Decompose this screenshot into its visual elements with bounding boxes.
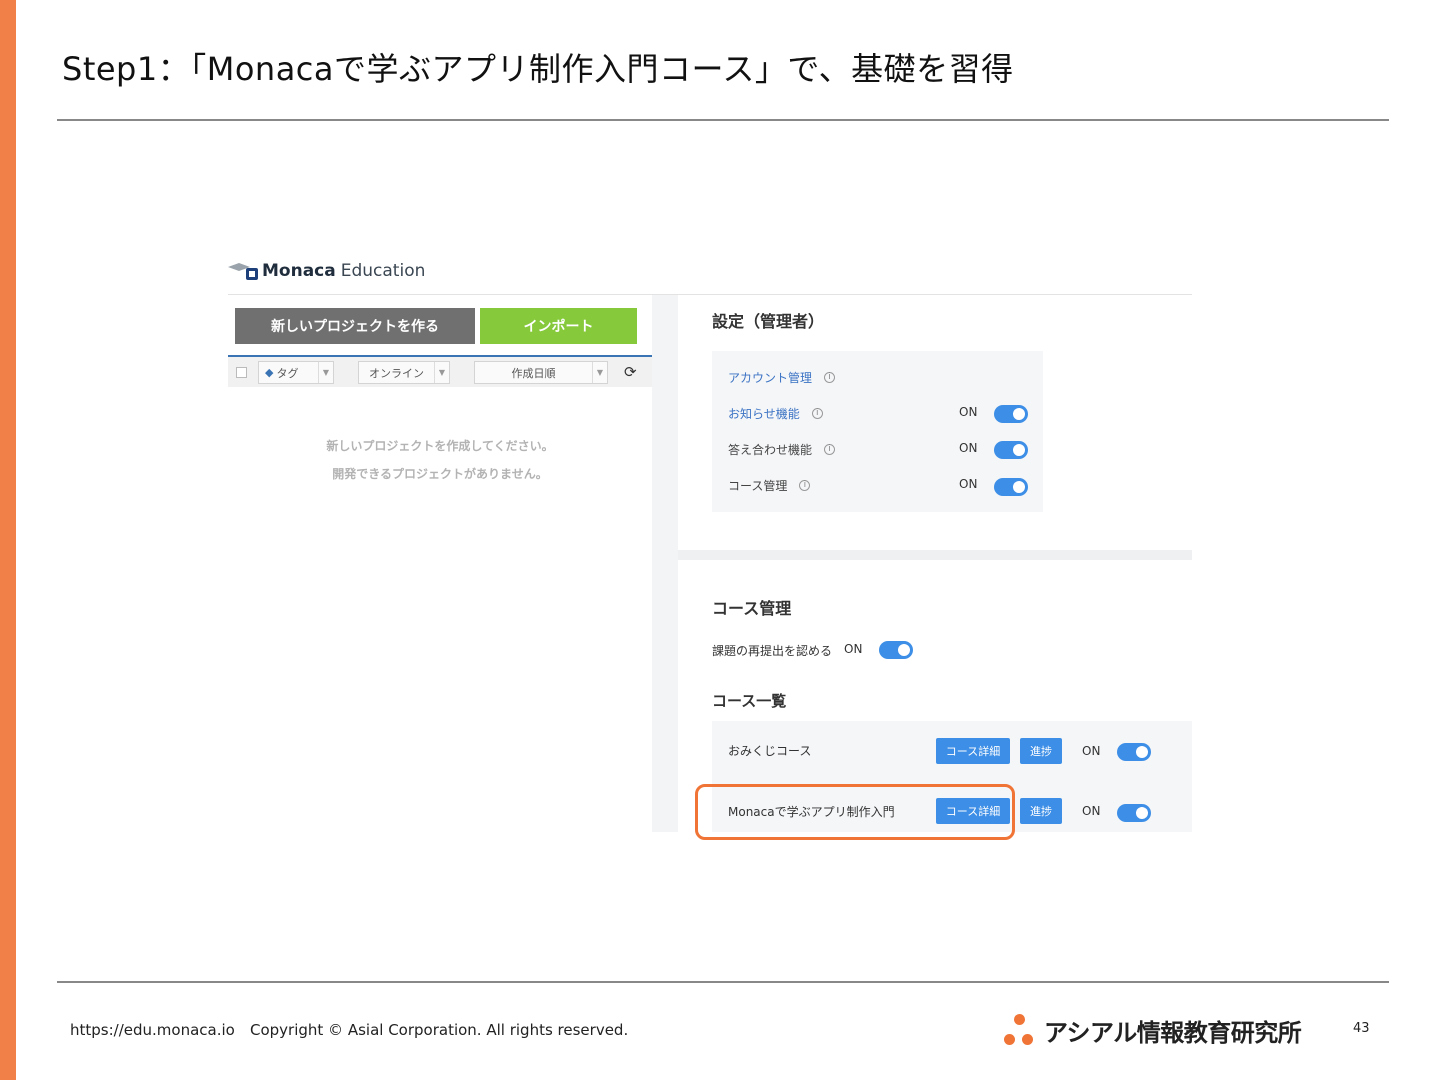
sort-select[interactable]: 作成日順 ▼ [474,361,608,384]
footer-url[interactable]: https://edu.monaca.io [70,1021,235,1039]
info-icon[interactable]: i [799,479,811,491]
info-icon[interactable]: i [824,371,836,383]
info-icon[interactable]: i [811,407,823,419]
tag-icon: ◆ [265,366,274,379]
settings-card: 設定（管理者） アカウント管理 i お知らせ機能 i ON 答え合わせ機能 i … [678,295,1192,550]
course-name: おみくじコース [728,744,812,758]
course-toggle[interactable] [1117,743,1151,761]
panel-divider [652,295,678,832]
graduation-cap-icon [228,260,258,282]
settings-title: 設定（管理者） [712,312,825,331]
section-gap [678,550,1192,560]
chevron-down-icon: ▼ [434,362,449,383]
course-status: ON [1082,804,1101,818]
org-logo: アシアル情報教育研究所 [1002,1012,1302,1048]
online-filter-label: オンライン [369,366,424,380]
highlight-frame [695,784,1015,840]
new-project-button[interactable]: 新しいプロジェクトを作る [235,308,475,344]
progress-button[interactable]: 進捗 [1020,738,1062,764]
course-management-toggle[interactable] [994,478,1028,496]
app-screenshot: Monaca Education 新しいプロジェクトを作る インポート ◆ タグ… [228,252,1192,852]
course-detail-button[interactable]: コース詳細 [936,738,1010,764]
answer-check-label: 答え合わせ機能 [728,442,813,457]
select-all-checkbox[interactable] [236,367,247,378]
course-management-title: コース管理 [712,599,792,618]
setting-course-management: コース管理 i [728,475,1028,495]
setting-answer-check: 答え合わせ機能 i [728,439,1028,459]
course-management-label: コース管理 [728,478,788,493]
filter-bar: ◆ タグ ▼ オンライン ▼ 作成日順 ▼ ⟳ [228,357,652,387]
settings-box: アカウント管理 i お知らせ機能 i ON 答え合わせ機能 i ON コース管理… [712,351,1043,512]
resubmit-toggle[interactable] [879,641,913,659]
course-list-title: コース一覧 [712,692,787,710]
info-icon[interactable]: i [824,443,836,455]
setting-notice: お知らせ機能 i [728,403,1028,423]
notice-toggle[interactable] [994,405,1028,423]
import-button[interactable]: インポート [480,308,637,344]
org-name: アシアル情報教育研究所 [1044,1018,1302,1047]
answer-check-toggle[interactable] [994,441,1028,459]
accent-bar [0,0,16,1080]
title-divider [57,119,1389,121]
slide-title: Step1：「Monacaで学ぶアプリ制作入門コース」で、基礎を習得 [62,50,1014,88]
course-management-status: ON [959,477,978,491]
empty-message-2: 開発できるプロジェクトがありません。 [332,467,548,481]
tag-filter-label: タグ [276,366,299,380]
app-logo[interactable]: Monaca Education [228,256,425,286]
setting-account: アカウント管理 i [728,367,1028,387]
logo-product: Education [340,261,426,281]
account-management-link[interactable]: アカウント管理 [728,369,812,386]
chevron-down-icon: ▼ [592,362,607,383]
footer-copyright: Copyright © Asial Corporation. All right… [250,1021,629,1039]
org-logo-icon [1002,1012,1038,1048]
refresh-icon[interactable]: ⟳ [624,363,637,381]
notice-status: ON [959,405,978,419]
resubmit-label: 課題の再提出を認める [712,644,833,658]
progress-button[interactable]: 進捗 [1020,798,1062,824]
course-status: ON [1082,744,1101,758]
tag-filter[interactable]: ◆ タグ ▼ [258,361,334,384]
logo-brand: Monaca [262,261,336,281]
chevron-down-icon: ▼ [318,362,333,383]
course-toggle[interactable] [1117,804,1151,822]
empty-message-1: 新しいプロジェクトを作成してください。 [326,439,554,453]
page-number: 43 [1353,1021,1370,1036]
resubmit-status: ON [844,642,863,656]
footer-divider [57,981,1389,983]
project-panel: 新しいプロジェクトを作る インポート ◆ タグ ▼ オンライン ▼ 作成日順 ▼… [228,295,652,832]
sort-select-label: 作成日順 [511,366,556,380]
answer-check-status: ON [959,441,978,455]
notice-link[interactable]: お知らせ機能 [728,405,800,422]
online-filter[interactable]: オンライン ▼ [358,361,450,384]
